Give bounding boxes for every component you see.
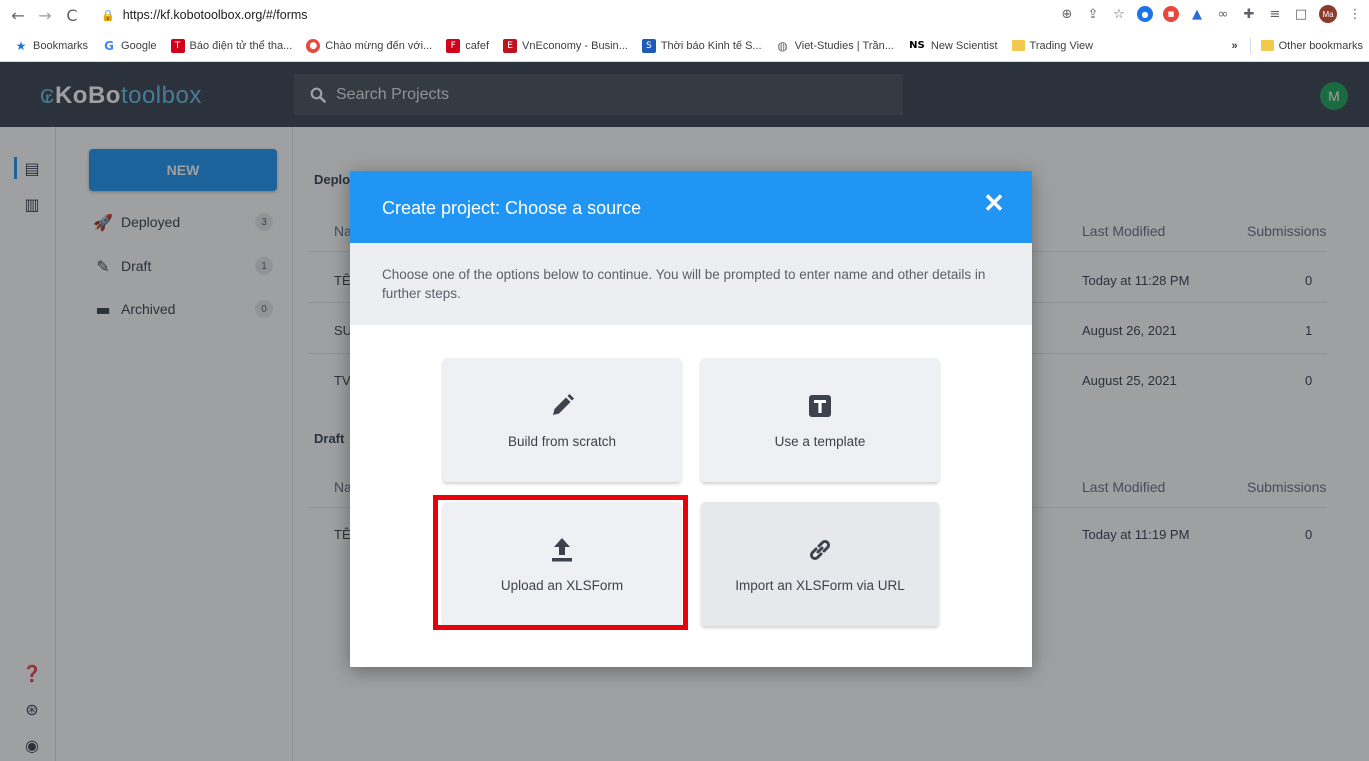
share-icon[interactable]: ⇪ [1085, 6, 1101, 22]
extension-bike-icon[interactable]: ∞ [1215, 6, 1231, 22]
menu-kebab-icon[interactable]: ⋮ [1347, 6, 1363, 22]
folder-icon [1260, 40, 1274, 51]
bookmark-item[interactable]: ● Chào mừng đến với... [306, 38, 432, 53]
bookmarks-overflow-icon[interactable]: » [1232, 40, 1238, 52]
globe-icon: ◍ [777, 38, 788, 53]
star-icon: ★ [15, 38, 27, 53]
bookmark-item[interactable]: NS New Scientist [908, 39, 997, 53]
bookmark-item[interactable]: Trading View [1011, 40, 1093, 52]
bookmark-item[interactable]: T Báo điện tử thể tha... [170, 38, 292, 53]
back-icon[interactable]: ← [9, 6, 27, 25]
other-bookmarks[interactable]: Other bookmarks [1279, 40, 1363, 52]
bookmark-item[interactable]: ★ Bookmarks [14, 39, 88, 53]
extensions-puzzle-icon[interactable]: ✚ [1241, 6, 1257, 22]
bookmark-item[interactable]: Fcafef [446, 38, 489, 53]
import-xlsform-url-button[interactable]: Import an XLSForm via URL [701, 502, 939, 626]
profile-avatar[interactable]: Ma [1319, 5, 1337, 23]
address-row: ← → C 🔒 https://kf.kobotoolbox.org/#/for… [0, 0, 1369, 30]
modal-title: Create project: Choose a source [382, 198, 642, 218]
tbkt-icon: S [641, 38, 656, 53]
extension-clock-icon[interactable]: ● [1137, 6, 1153, 22]
ns-icon: NS [909, 40, 925, 51]
divider [1249, 37, 1251, 54]
vneconomy-icon: E [503, 38, 518, 53]
cafef-icon: F [446, 38, 461, 53]
link-icon [806, 536, 834, 564]
url-bar[interactable]: https://kf.kobotoolbox.org/#/forms [123, 8, 308, 22]
google-icon: G [104, 38, 114, 53]
modal-header: Create project: Choose a source ✕ [350, 171, 1032, 243]
browser-actions: ⊕ ⇪ ☆ ● ■ ▲ ∞ ✚ ≡ □ Ma ⋮ [1059, 5, 1363, 23]
browser-chrome: ← → C 🔒 https://kf.kobotoolbox.org/#/for… [0, 0, 1369, 62]
lock-icon: 🔒 [101, 8, 115, 22]
template-icon [806, 392, 834, 420]
side-panel-icon[interactable]: □ [1293, 6, 1309, 22]
bookmark-item[interactable]: S Thời báo Kinh tế S... [641, 38, 762, 53]
zoom-icon[interactable]: ⊕ [1059, 6, 1075, 22]
bookmarks-right: » Other bookmarks [1232, 37, 1363, 54]
bookmark-item[interactable]: E VnEconomy - Busin... [503, 38, 628, 53]
close-icon[interactable]: ✕ [982, 190, 1006, 216]
bookmarks-bar: ★ Bookmarks G Google T Báo điện tử thể tha.… [0, 30, 1369, 62]
highlight-box [433, 495, 688, 630]
extension-adblock-icon[interactable]: ■ [1163, 6, 1179, 22]
news-icon: T [170, 38, 185, 53]
bookmark-item[interactable]: G Google [102, 39, 156, 53]
build-from-scratch-button[interactable]: Build from scratch [443, 358, 681, 482]
extension-graduation-icon[interactable]: ▲ [1189, 6, 1205, 22]
reading-list-icon[interactable]: ≡ [1267, 6, 1283, 22]
use-template-button[interactable]: Use a template [701, 358, 939, 482]
modal-description: Choose one of the options below to conti… [350, 243, 1032, 325]
pencil-icon [548, 392, 576, 420]
site-icon: ● [306, 38, 321, 53]
folder-icon [1011, 40, 1025, 51]
bookmark-star-icon[interactable]: ☆ [1111, 6, 1127, 22]
reload-icon[interactable]: C [63, 6, 81, 25]
forward-icon[interactable]: → [36, 6, 54, 25]
bookmark-item[interactable]: ◍ Viet-Studies | Trần... [776, 39, 894, 53]
